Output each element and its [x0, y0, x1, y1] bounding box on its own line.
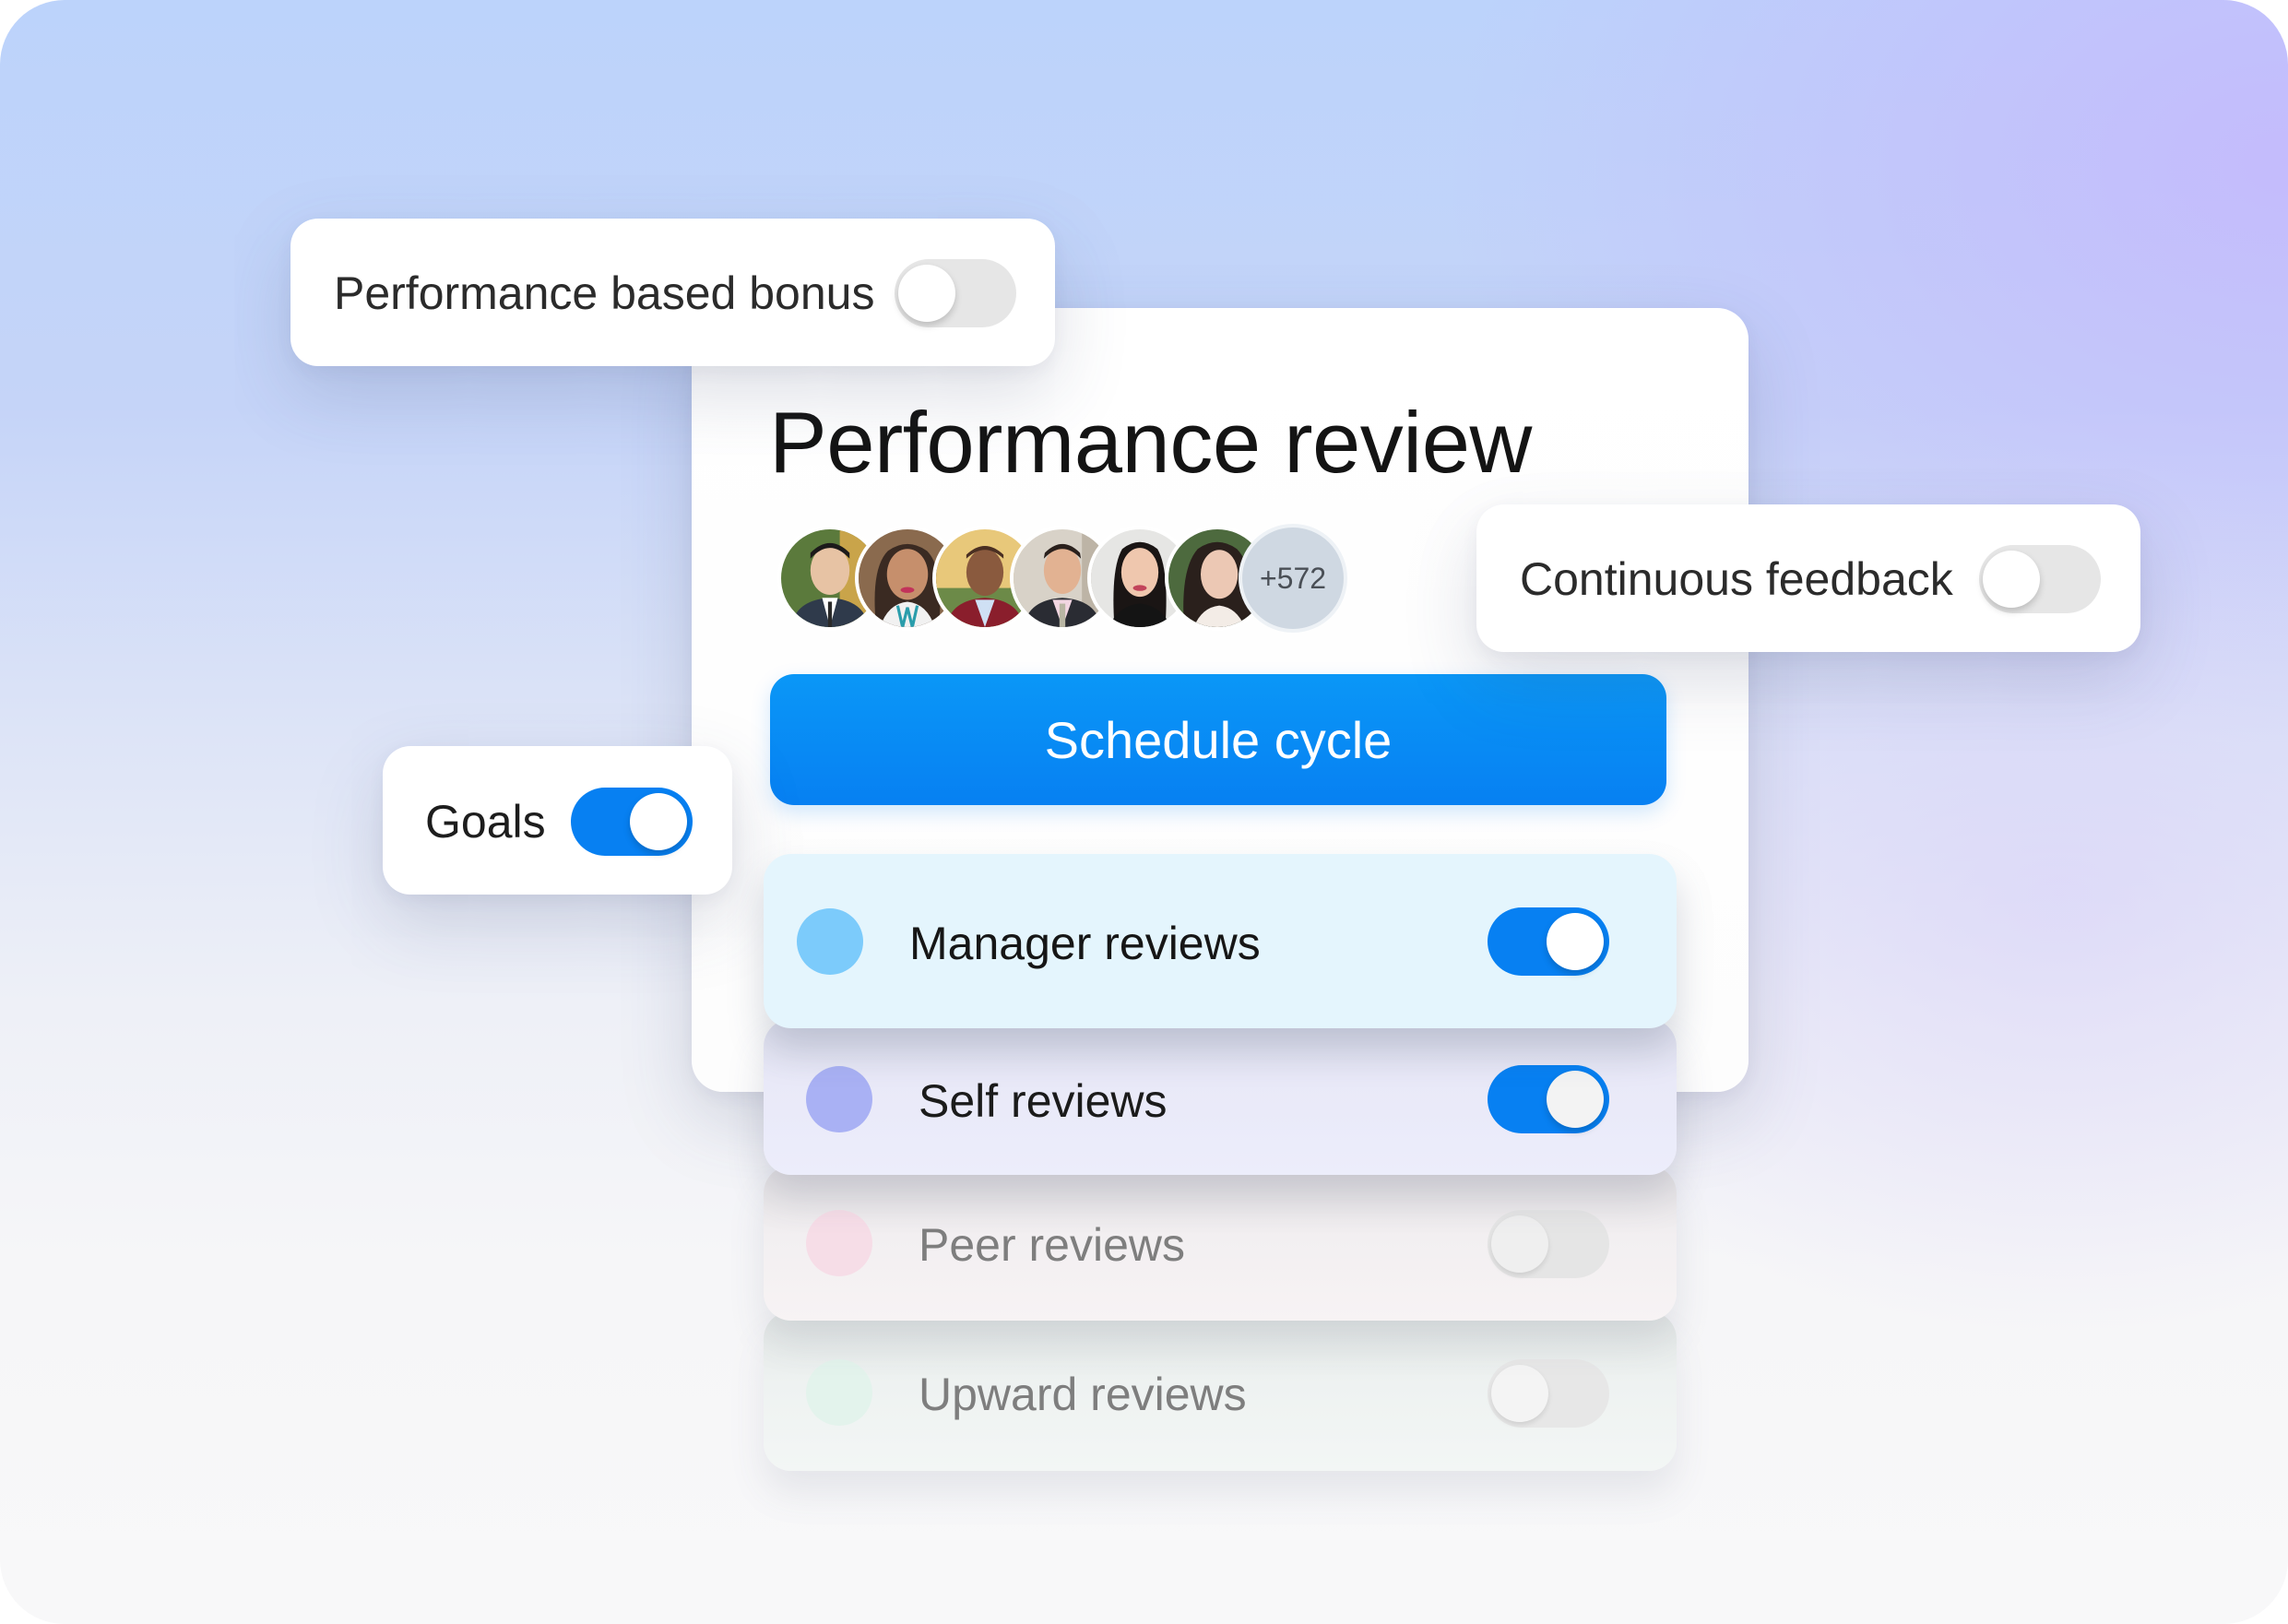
toggle-knob: [1547, 1071, 1604, 1128]
performance-bonus-option: Performance based bonus: [290, 219, 1055, 366]
upward-reviews-toggle[interactable]: [1488, 1359, 1609, 1428]
continuous-feedback-toggle[interactable]: [1979, 545, 2101, 613]
toggle-knob: [898, 265, 955, 322]
toggle-knob: [1983, 551, 2040, 608]
schedule-cycle-button[interactable]: Schedule cycle: [770, 674, 1666, 805]
manager-reviews-dot-icon: [797, 908, 863, 975]
performance-bonus-label: Performance based bonus: [334, 267, 875, 319]
goals-option: Goals: [383, 746, 732, 895]
upward-reviews-dot-icon: [806, 1359, 872, 1426]
goals-toggle[interactable]: [571, 788, 693, 856]
more-participants-badge[interactable]: +572: [1239, 524, 1347, 633]
review-row-manager: Manager reviews: [764, 854, 1677, 1028]
toggle-knob: [630, 793, 687, 850]
self-reviews-toggle[interactable]: [1488, 1065, 1609, 1133]
continuous-feedback-option: Continuous feedback: [1476, 504, 2140, 652]
review-row-self: Self reviews: [764, 1019, 1677, 1175]
performance-bonus-toggle[interactable]: [895, 259, 1016, 327]
continuous-feedback-label: Continuous feedback: [1520, 553, 1953, 605]
review-row-label: Manager reviews: [909, 918, 1261, 969]
toggle-knob: [1491, 1365, 1548, 1422]
page-title: Performance review: [769, 394, 1532, 491]
goals-label: Goals: [425, 796, 546, 848]
review-row-label: Upward reviews: [919, 1369, 1247, 1420]
peer-reviews-toggle[interactable]: [1488, 1210, 1609, 1278]
review-row-label: Peer reviews: [919, 1219, 1185, 1271]
review-row-peer: Peer reviews: [764, 1166, 1677, 1321]
toggle-knob: [1547, 913, 1604, 970]
manager-reviews-toggle[interactable]: [1488, 907, 1609, 976]
self-reviews-dot-icon: [806, 1066, 872, 1132]
review-row-upward: Upward reviews: [764, 1311, 1677, 1471]
toggle-knob: [1491, 1215, 1548, 1273]
peer-reviews-dot-icon: [806, 1210, 872, 1276]
review-row-label: Self reviews: [919, 1075, 1168, 1127]
